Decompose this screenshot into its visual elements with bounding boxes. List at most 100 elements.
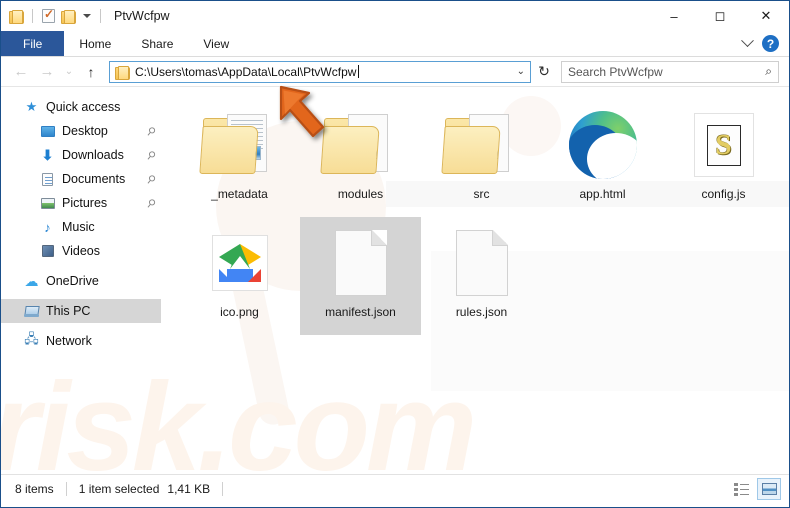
blank-page-icon: [320, 223, 402, 303]
address-bar[interactable]: C:\Users\tomas\AppData\Local\PtvWcfpw ⌄: [109, 60, 531, 83]
search-input[interactable]: Search PtvWcfpw ⌕: [561, 60, 779, 83]
sidebar-item-quick-access[interactable]: ★ Quick access: [1, 95, 161, 119]
status-bar: 8 items 1 item selected 1,41 KB: [1, 474, 789, 502]
tab-file[interactable]: File: [1, 31, 65, 56]
minimize-button[interactable]: –: [651, 1, 697, 31]
properties-icon[interactable]: [42, 7, 55, 23]
view-mode-buttons: [729, 477, 781, 500]
ribbon-right-controls: ?: [741, 31, 789, 56]
file-name-label: rules.json: [455, 305, 508, 319]
pin-icon[interactable]: ⚲: [144, 195, 159, 210]
js-script-icon: [683, 105, 765, 185]
file-item-ico-png[interactable]: ico.png: [179, 217, 300, 335]
search-icon: ⌕: [765, 64, 772, 78]
item-count-text: 8 items: [15, 481, 54, 496]
file-name-label: modules: [337, 187, 384, 201]
address-path-text: C:\Users\tomas\AppData\Local\PtvWcfpw: [135, 64, 357, 79]
sidebar-item-pictures[interactable]: Pictures ⚲: [1, 191, 161, 215]
selection-count-text: 1 item selected: [78, 481, 160, 496]
address-toolbar: ← → ⌄ ↑ C:\Users\tomas\AppData\Local\Ptv…: [1, 57, 789, 87]
file-item-manifest-json[interactable]: manifest.json: [300, 217, 421, 335]
downloads-icon: ⬇: [41, 146, 54, 163]
toolbar-divider: [100, 9, 101, 23]
blank-page-icon: [441, 223, 523, 303]
folder-js-icon: [319, 105, 402, 185]
search-placeholder: Search PtvWcfpw: [568, 64, 663, 79]
back-button[interactable]: ←: [9, 60, 33, 84]
drive-image-icon: [199, 223, 281, 303]
star-icon: ★: [25, 99, 38, 114]
status-divider: [222, 481, 224, 496]
up-button[interactable]: ↑: [79, 60, 103, 84]
toolbar-divider: [32, 9, 33, 23]
recent-locations-chevron-down-icon[interactable]: ⌄: [61, 66, 77, 77]
sidebar-item-this-pc[interactable]: This PC: [1, 299, 161, 323]
sidebar-item-label: OneDrive: [46, 274, 99, 288]
window-title: PtvWcfpw: [114, 9, 170, 23]
large-icons-view-icon: [761, 482, 777, 495]
tab-view[interactable]: View: [188, 31, 244, 56]
sidebar-item-downloads[interactable]: ⬇ Downloads ⚲: [1, 143, 161, 167]
refresh-icon[interactable]: ↻: [533, 60, 555, 84]
file-name-label: src: [473, 187, 490, 201]
quick-access-toolbar: [9, 7, 104, 24]
this-pc-icon: [23, 303, 40, 319]
sidebar-item-music[interactable]: ♪ Music: [1, 215, 161, 239]
pin-icon[interactable]: ⚲: [144, 147, 159, 162]
file-name-label: ico.png: [220, 305, 259, 319]
navigation-pane: ★ Quick access Desktop ⚲ ⬇ Downloads ⚲ D…: [1, 87, 161, 474]
address-chevron-down-icon[interactable]: ⌄: [517, 66, 525, 77]
selection-size-text: 1,41 KB: [167, 481, 211, 496]
window-controls: – ◻ ✕: [651, 1, 789, 31]
tab-home[interactable]: Home: [64, 31, 126, 56]
music-icon: ♪: [44, 219, 51, 235]
sidebar-item-label: Downloads: [62, 148, 124, 162]
file-item-metadata[interactable]: _metadata: [179, 99, 300, 217]
documents-icon: [39, 171, 56, 187]
sidebar-item-label: Music: [62, 220, 95, 234]
file-name-label: app.html: [579, 187, 626, 201]
tab-share[interactable]: Share: [126, 31, 188, 56]
sidebar-item-documents[interactable]: Documents ⚲: [1, 167, 161, 191]
sidebar-item-label: Network: [46, 334, 92, 348]
large-icons-view-button[interactable]: [757, 477, 781, 500]
status-divider: [65, 481, 67, 496]
address-folder-icon: [115, 65, 130, 80]
cloud-icon: ☁: [24, 272, 39, 289]
details-view-button[interactable]: [729, 478, 753, 500]
file-item-modules[interactable]: modules: [300, 99, 421, 217]
edge-browser-icon: [562, 105, 644, 185]
text-cursor: [358, 65, 360, 78]
title-bar: PtvWcfpw – ◻ ✕: [1, 1, 789, 31]
file-list-pane[interactable]: _metadata modules: [161, 87, 789, 474]
network-icon: 🖧: [24, 331, 39, 346]
desktop-icon: [39, 123, 56, 139]
sidebar-item-onedrive[interactable]: ☁ OneDrive: [1, 269, 161, 293]
explorer-body: ★ Quick access Desktop ⚲ ⬇ Downloads ⚲ D…: [1, 87, 789, 474]
maximize-button[interactable]: ◻: [697, 1, 743, 31]
folder-icon[interactable]: [9, 10, 24, 24]
sidebar-item-videos[interactable]: Videos: [1, 239, 161, 263]
file-name-label: config.js: [701, 187, 746, 201]
sidebar-item-desktop[interactable]: Desktop ⚲: [1, 119, 161, 143]
file-item-src[interactable]: src: [421, 99, 542, 217]
ribbon-tab-bar: File Home Share View ?: [1, 31, 789, 57]
sidebar-item-label: Documents: [62, 172, 126, 186]
sidebar-item-label: Quick access: [46, 100, 121, 114]
customize-caret-icon[interactable]: [83, 14, 91, 18]
file-item-app-html[interactable]: app.html: [542, 99, 663, 217]
file-explorer-window: risk.com PtvWcfpw – ◻ ✕ File Home Share …: [0, 0, 790, 508]
chevron-down-icon[interactable]: [741, 34, 754, 48]
forward-button[interactable]: →: [35, 60, 59, 84]
new-folder-icon[interactable]: [61, 10, 76, 24]
file-name-label: _metadata: [211, 187, 268, 201]
pictures-icon: [39, 195, 56, 211]
folder-js-icon: [440, 105, 523, 185]
file-item-config-js[interactable]: config.js: [663, 99, 784, 217]
pin-icon[interactable]: ⚲: [144, 123, 159, 138]
pin-icon[interactable]: ⚲: [144, 171, 159, 186]
help-icon[interactable]: ?: [762, 35, 779, 52]
file-item-rules-json[interactable]: rules.json: [421, 217, 542, 335]
close-button[interactable]: ✕: [743, 1, 789, 31]
sidebar-item-network[interactable]: 🖧 Network: [1, 329, 161, 353]
